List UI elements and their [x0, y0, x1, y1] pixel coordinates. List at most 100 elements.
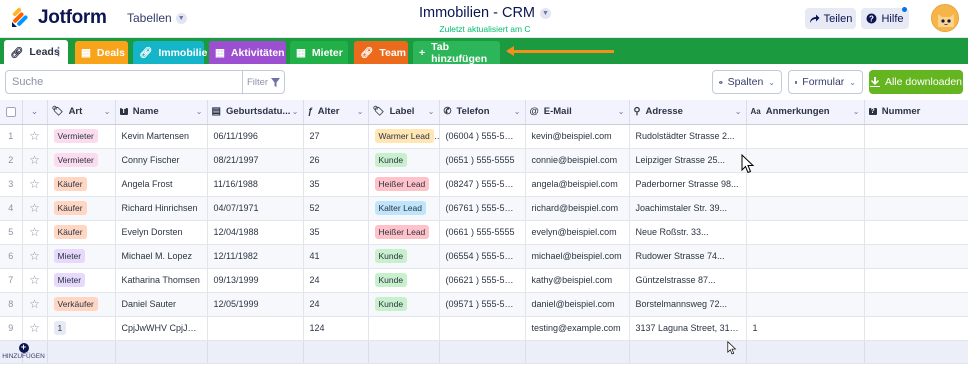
cell-email[interactable]: angela@beispiel.com [525, 172, 630, 197]
cell-address[interactable]: 3137 Laguna Street, 3137 L... [629, 316, 747, 341]
chevron-down-icon[interactable]: ⌄ [104, 107, 111, 116]
star-icon[interactable]: ☆ [22, 148, 48, 173]
cell-name[interactable]: Conny Fischer [115, 148, 208, 173]
star-icon[interactable]: ☆ [22, 292, 48, 317]
cell-address[interactable]: Joachimstaler Str. 39... [629, 196, 747, 221]
star-icon[interactable]: ☆ [22, 268, 48, 293]
row-number[interactable]: 2 [0, 148, 23, 173]
cell-number[interactable] [864, 220, 968, 245]
cell-art[interactable]: Mieter [47, 268, 116, 293]
cell-age[interactable]: 24 [303, 292, 369, 317]
download-all-button[interactable]: Alle downloaden [869, 70, 963, 94]
filter-button[interactable]: Filter [242, 71, 284, 93]
cell-email[interactable]: michael@beispiel.com [525, 244, 630, 269]
table-row[interactable]: 6 ☆ Mieter Michael M. Lopez 12/11/1982 41 Kund… [0, 244, 968, 269]
column-header-adresse[interactable]: ⚲ Adresse ⌄ [629, 100, 747, 125]
tab-leads[interactable]: 🔗︎ Leads ⋮ [4, 40, 68, 64]
table-row[interactable]: 2 ☆ Vermieter Conny Fischer 08/21/1997 26 Kund… [0, 148, 968, 173]
star-icon[interactable]: ☆ [22, 316, 48, 341]
row-number[interactable]: 7 [0, 268, 23, 293]
cell-dob[interactable]: 12/05/1999 [207, 292, 304, 317]
cell-email[interactable]: connie@beispiel.com [525, 148, 630, 173]
cell-number[interactable] [864, 268, 968, 293]
cell-name[interactable]: Katharina Thomsen [115, 268, 208, 293]
column-header-name[interactable]: T Name ⌄ [115, 100, 208, 125]
cell-phone[interactable]: (0661 ) 555-5555 [439, 220, 526, 245]
star-icon[interactable]: ☆ [22, 172, 48, 197]
row-number[interactable]: 1 [0, 124, 23, 149]
cell-name[interactable]: Richard Hinrichsen [115, 196, 208, 221]
row-number[interactable]: 8 [0, 292, 23, 317]
cell-notes[interactable] [746, 292, 865, 317]
cell-number[interactable] [864, 172, 968, 197]
column-header-alter[interactable]: ƒ Alter ⌄ [303, 100, 369, 125]
row-number[interactable]: 5 [0, 220, 23, 245]
cell-address[interactable]: Güntzelstrasse 87... [629, 268, 747, 293]
cell-dob[interactable]: 04/07/1971 [207, 196, 304, 221]
cell-phone[interactable]: (06621 ) 555-5555 [439, 268, 526, 293]
avatar[interactable] [931, 4, 959, 32]
chevron-down-icon[interactable]: ⌄ [735, 107, 742, 116]
cell-email[interactable]: testing@example.com [525, 316, 630, 341]
chevron-down-icon[interactable]: ⌄ [514, 107, 521, 116]
cell-notes[interactable] [746, 148, 865, 173]
cell-dob[interactable]: 09/13/1999 [207, 268, 304, 293]
cell-label[interactable]: Kunde [368, 244, 440, 269]
cell-number[interactable] [864, 148, 968, 173]
cell-address[interactable]: Paderborner Strasse 98... [629, 172, 747, 197]
row-number[interactable]: 4 [0, 196, 23, 221]
cell-address[interactable]: Leipziger Strasse 25... [629, 148, 747, 173]
cell-age[interactable]: 26 [303, 148, 369, 173]
chevron-down-icon[interactable]: ⌄ [357, 107, 364, 116]
cell-dob[interactable]: 12/04/1988 [207, 220, 304, 245]
add-row-button[interactable]: + HINZUFÜGEN [0, 340, 45, 364]
cell-dob[interactable]: 08/21/1997 [207, 148, 304, 173]
row-number[interactable]: 6 [0, 244, 23, 269]
cell-number[interactable] [864, 292, 968, 317]
cell-number[interactable] [864, 244, 968, 269]
cell-address[interactable]: Rudower Strasse 74... [629, 244, 747, 269]
cell-notes[interactable] [746, 268, 865, 293]
table-row[interactable]: 1 ☆ Vermieter Kevin Martensen 06/11/1996 27 Wa… [0, 124, 968, 149]
cell-art[interactable]: Käufer [47, 172, 116, 197]
table-row[interactable]: 9 ☆ 1 CpjJwWHV CpjJw... 124 testing@example.c… [0, 316, 968, 341]
column-header-nummer[interactable]: ? Nummer [864, 100, 968, 125]
cell-email[interactable]: richard@beispiel.com [525, 196, 630, 221]
search-box[interactable]: Suche Filter [5, 70, 285, 94]
chevron-down-icon[interactable]: ⌄ [292, 107, 299, 116]
select-all-checkbox[interactable] [0, 100, 23, 125]
cell-name[interactable]: Michael M. Lopez [115, 244, 208, 269]
add-tab-button[interactable]: + Tab hinzufügen [413, 41, 500, 65]
chevron-down-icon[interactable]: ⌄ [196, 107, 203, 116]
cell-notes[interactable] [746, 124, 865, 149]
chevron-down-icon[interactable]: ⌄ [853, 107, 860, 116]
cell-label[interactable]: Heißer Lead [368, 220, 440, 245]
cell-notes[interactable] [746, 172, 865, 197]
cell-art[interactable]: Verkäufer [47, 292, 116, 317]
cell-label[interactable]: Kunde [368, 268, 440, 293]
cell-age[interactable]: 41 [303, 244, 369, 269]
cell-dob[interactable]: 12/11/1982 [207, 244, 304, 269]
cell-name[interactable]: Kevin Martensen [115, 124, 208, 149]
cell-label[interactable]: Heißer Lead [368, 172, 440, 197]
cell-email[interactable]: evelyn@beispiel.com [525, 220, 630, 245]
column-header-email[interactable]: @ E-Mail ⌄ [525, 100, 630, 125]
cell-art[interactable]: Käufer [47, 220, 116, 245]
cell-address[interactable]: Neue Roßstr. 33... [629, 220, 747, 245]
cell-notes[interactable] [746, 196, 865, 221]
cell-age[interactable]: 52 [303, 196, 369, 221]
columns-button[interactable]: Spalten ⌄ [712, 70, 782, 94]
tables-dropdown[interactable]: Tabellen ▼ [127, 11, 187, 25]
cell-age[interactable]: 124 [303, 316, 369, 341]
cell-art[interactable]: 1 [47, 316, 116, 341]
cell-phone[interactable]: (06004 ) 555-5555 [439, 124, 526, 149]
search-input[interactable]: Suche [12, 76, 43, 88]
cell-label[interactable]: Kalter Lead [368, 196, 440, 221]
cell-notes[interactable]: 1 [746, 316, 865, 341]
star-icon[interactable]: ☆ [22, 244, 48, 269]
tab-deals[interactable]: ▦ Deals [75, 41, 128, 64]
cell-dob[interactable]: 11/16/1988 [207, 172, 304, 197]
cell-age[interactable]: 27 [303, 124, 369, 149]
cell-phone[interactable]: (09571 ) 555-5555 [439, 292, 526, 317]
cell-phone[interactable]: (06554 ) 555-5555 [439, 244, 526, 269]
